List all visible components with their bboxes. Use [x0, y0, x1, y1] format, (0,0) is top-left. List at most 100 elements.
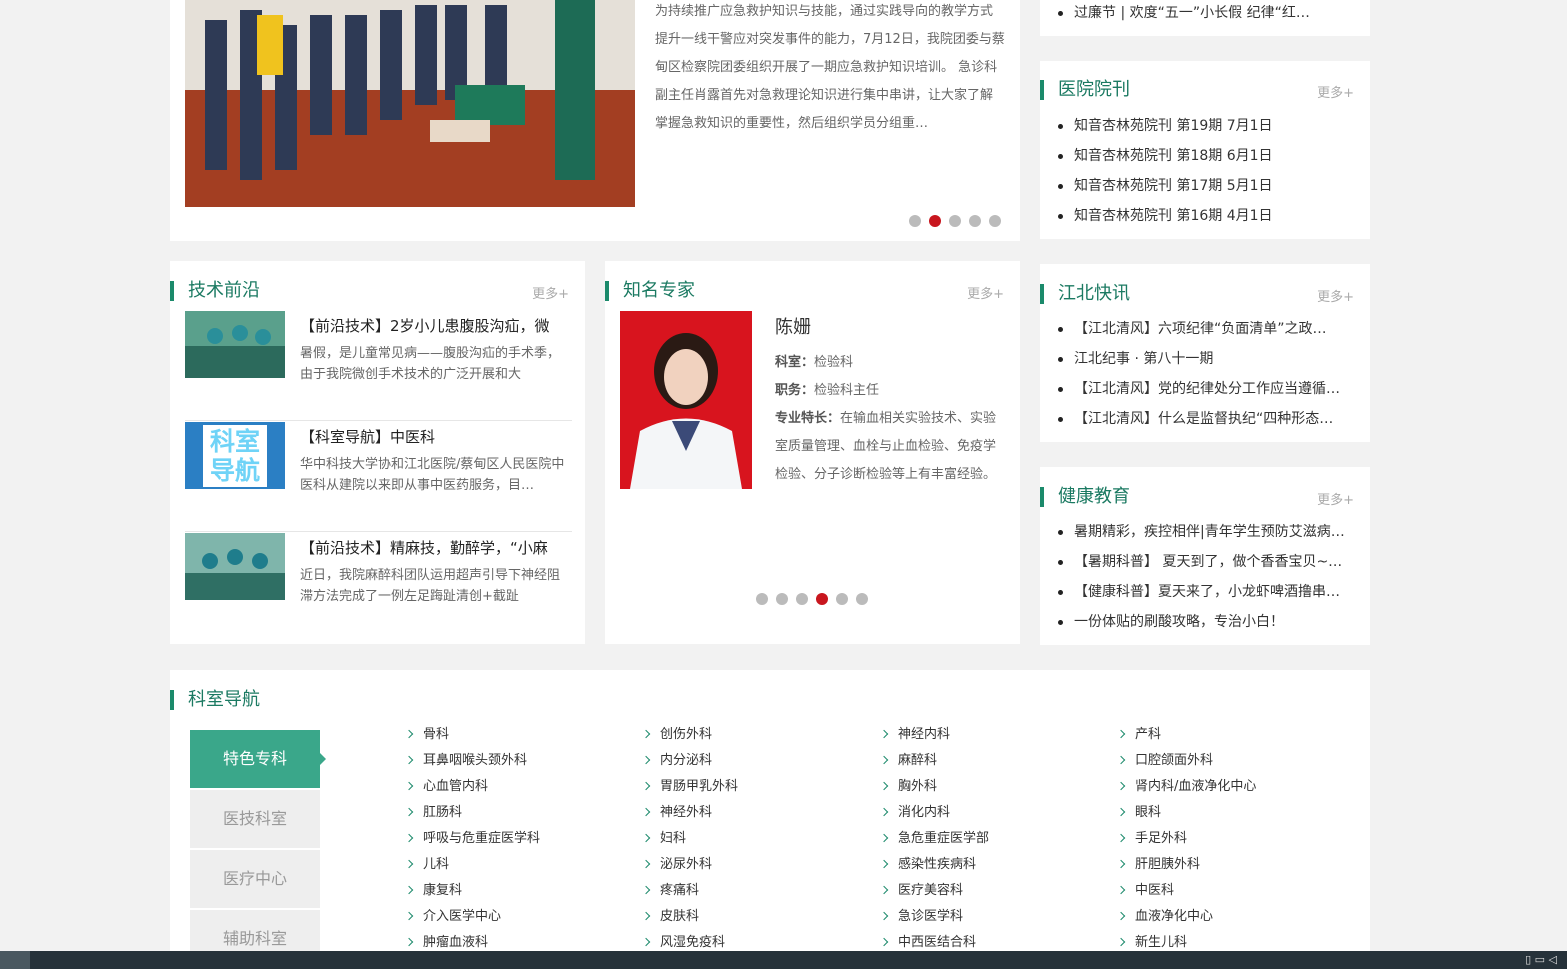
department-tab[interactable]: 特色专科 [190, 730, 326, 788]
department-link[interactable]: 肛肠科 [403, 800, 640, 826]
journal-title: 医院院刊 [1040, 80, 1130, 100]
department-link[interactable]: 神经外科 [640, 800, 878, 826]
health-panel: 健康教育 更多+ 暑期精彩，疾控相伴|青年学生预防艾滋病… 【暑期科普】 夏天到了… [1040, 467, 1370, 645]
health-item[interactable]: 【暑期科普】 夏天到了，做个香香宝贝~… [1058, 547, 1358, 577]
feature-carousel-dot[interactable] [989, 215, 1001, 227]
tech-news-desc: 近日，我院麻醉科团队运用超声引导下神经阻滞方法完成了一例左足踇趾清创+截趾 [300, 568, 561, 604]
journal-item[interactable]: 知音杏林苑院刊 第19期 7月1日 [1058, 111, 1358, 141]
department-link[interactable]: 妇科 [640, 826, 878, 852]
health-item[interactable]: 【健康科普】夏天来了，小龙虾啤酒撸串… [1058, 577, 1358, 607]
tech-news-item[interactable]: 【前沿技术】2岁小儿患腹股沟疝，微 暑假，是儿童常见病——腹股沟疝的手术季，由于… [185, 311, 572, 421]
feature-carousel-dots [909, 215, 1001, 227]
tech-news-thumb: 科室导航 [185, 422, 285, 489]
tech-news-title[interactable]: 【前沿技术】精麻技，勤醉学，“小麻 [300, 537, 572, 558]
tech-more-link[interactable]: 更多+ [532, 283, 569, 302]
start-button[interactable] [0, 951, 30, 969]
tech-news-title[interactable]: 【科室导航】中医科 [300, 426, 572, 447]
department-link[interactable]: 血液净化中心 [1115, 904, 1353, 930]
department-link[interactable]: 神经内科 [878, 722, 1115, 748]
system-tray-icons[interactable]: ▯ ▭ ◁ [1525, 953, 1557, 966]
expert-more-link[interactable]: 更多+ [967, 283, 1004, 302]
jiangbei-item[interactable]: 江北纪事 · 第八十一期 [1058, 344, 1358, 374]
department-link[interactable]: 心血管内科 [403, 774, 640, 800]
feature-news-photo[interactable] [185, 0, 635, 207]
feature-carousel-dot[interactable] [929, 215, 941, 227]
department-link[interactable]: 康复科 [403, 878, 640, 904]
department-link[interactable]: 儿科 [403, 852, 640, 878]
health-item[interactable]: 一份体贴的刷酸攻略，专治小白！ [1058, 607, 1358, 637]
tech-title: 技术前沿 [170, 281, 260, 301]
expert-name[interactable]: 陈姗 [775, 313, 811, 339]
department-link[interactable]: 感染性疾病科 [878, 852, 1115, 878]
tech-news-title[interactable]: 【前沿技术】2岁小儿患腹股沟疝，微 [300, 315, 572, 336]
expert-carousel-dot[interactable] [756, 593, 768, 605]
tech-news-item[interactable]: 科室导航 【科室导航】中医科 华中科技大学协和江北医院/蔡甸区人民医院中医科从建… [185, 422, 572, 532]
department-link[interactable]: 骨科 [403, 722, 640, 748]
journal-item[interactable]: 知音杏林苑院刊 第16期 4月1日 [1058, 201, 1358, 231]
department-link[interactable]: 产科 [1115, 722, 1353, 748]
department-link[interactable]: 口腔颌面外科 [1115, 748, 1353, 774]
department-tabs: 特色专科 医技科室 医疗中心 辅助科室 [190, 730, 326, 951]
jiangbei-item[interactable]: 【江北清风】党的纪律处分工作应当遵循… [1058, 374, 1358, 404]
department-link[interactable]: 耳鼻咽喉头颈外科 [403, 748, 640, 774]
department-tab[interactable]: 医技科室 [190, 790, 320, 848]
department-link[interactable]: 胸外科 [878, 774, 1115, 800]
training-scene-image [185, 0, 635, 207]
journal-more-link[interactable]: 更多+ [1317, 82, 1354, 101]
department-nav-panel: 科室导航 特色专科 医技科室 医疗中心 辅助科室 骨科 创伤外科 神经内科 产科 耳鼻咽喉头颈… [170, 670, 1370, 951]
jiangbei-item[interactable]: 【江北清风】什么是监督执纪“四种形态… [1058, 404, 1358, 434]
journal-item[interactable]: 知音杏林苑院刊 第17期 5月1日 [1058, 171, 1358, 201]
department-link[interactable]: 急诊医学科 [878, 904, 1115, 930]
department-link[interactable]: 手足外科 [1115, 826, 1353, 852]
department-link[interactable]: 消化内科 [878, 800, 1115, 826]
top-news-panel: 过廉节 | 欢度“五一”小长假 纪律“红… [1040, 0, 1370, 36]
department-tab[interactable]: 医疗中心 [190, 850, 320, 908]
jiangbei-more-link[interactable]: 更多+ [1317, 286, 1354, 305]
expert-panel: 知名专家 更多+ 陈姗 科室：检验科 职务：检验科主任 专业特长：在输血相关实验… [605, 261, 1020, 644]
health-item[interactable]: 暑期精彩，疾控相伴|青年学生预防艾滋病… [1058, 517, 1358, 547]
department-link[interactable]: 眼科 [1115, 800, 1353, 826]
jiangbei-title: 江北快讯 [1040, 284, 1130, 304]
expert-carousel-dots [756, 593, 868, 605]
department-link[interactable]: 医疗美容科 [878, 878, 1115, 904]
expert-carousel-dot[interactable] [796, 593, 808, 605]
expert-photo[interactable] [620, 311, 752, 489]
department-link[interactable]: 创伤外科 [640, 722, 878, 748]
department-link[interactable]: 中西医结合科 [878, 930, 1115, 951]
department-link[interactable]: 疼痛科 [640, 878, 878, 904]
department-link[interactable]: 肾内科/血液净化中心 [1115, 774, 1353, 800]
department-link[interactable]: 肝胆胰外科 [1115, 852, 1353, 878]
expert-title: 知名专家 [605, 281, 695, 301]
expert-dept-row: 科室：检验科 [775, 349, 853, 377]
expert-carousel-dot[interactable] [836, 593, 848, 605]
department-link[interactable]: 介入医学中心 [403, 904, 640, 930]
expert-dept-label: 科室： [775, 355, 815, 370]
department-link[interactable]: 胃肠甲乳外科 [640, 774, 878, 800]
expert-carousel-dot[interactable] [816, 593, 828, 605]
department-link[interactable]: 新生儿科 [1115, 930, 1353, 951]
department-link[interactable]: 麻醉科 [878, 748, 1115, 774]
expert-carousel-dot[interactable] [856, 593, 868, 605]
tech-news-thumb [185, 533, 285, 600]
expert-spec-row: 专业特长：在输血相关实验技术、实验室质量管理、血栓与止血检验、免疫学检验、分子诊… [775, 405, 1000, 489]
department-tab[interactable]: 辅助科室 [190, 910, 320, 951]
department-link[interactable]: 皮肤科 [640, 904, 878, 930]
department-link[interactable]: 泌尿外科 [640, 852, 878, 878]
department-link[interactable]: 中医科 [1115, 878, 1353, 904]
jiangbei-item[interactable]: 【江北清风】六项纪律“负面清单”之政… [1058, 314, 1358, 344]
department-link[interactable]: 内分泌科 [640, 748, 878, 774]
top-news-item[interactable]: 过廉节 | 欢度“五一”小长假 纪律“红… [1058, 0, 1358, 28]
health-more-link[interactable]: 更多+ [1317, 489, 1354, 508]
department-link[interactable]: 风湿免疫科 [640, 930, 878, 951]
feature-carousel-dot[interactable] [949, 215, 961, 227]
expert-post: 检验科主任 [814, 383, 880, 398]
tech-news-item[interactable]: 【前沿技术】精麻技，勤醉学，“小麻 近日，我院麻醉科团队运用超声引导下神经阻滞方… [185, 533, 572, 643]
tech-news-desc: 暑假，是儿童常见病——腹股沟疝的手术季，由于我院微创手术技术的广泛开展和大 [300, 346, 561, 382]
department-link[interactable]: 肿瘤血液科 [403, 930, 640, 951]
department-link[interactable]: 呼吸与危重症医学科 [403, 826, 640, 852]
expert-carousel-dot[interactable] [776, 593, 788, 605]
department-link[interactable]: 急危重症医学部 [878, 826, 1115, 852]
journal-item[interactable]: 知音杏林苑院刊 第18期 6月1日 [1058, 141, 1358, 171]
feature-carousel-dot[interactable] [909, 215, 921, 227]
feature-carousel-dot[interactable] [969, 215, 981, 227]
